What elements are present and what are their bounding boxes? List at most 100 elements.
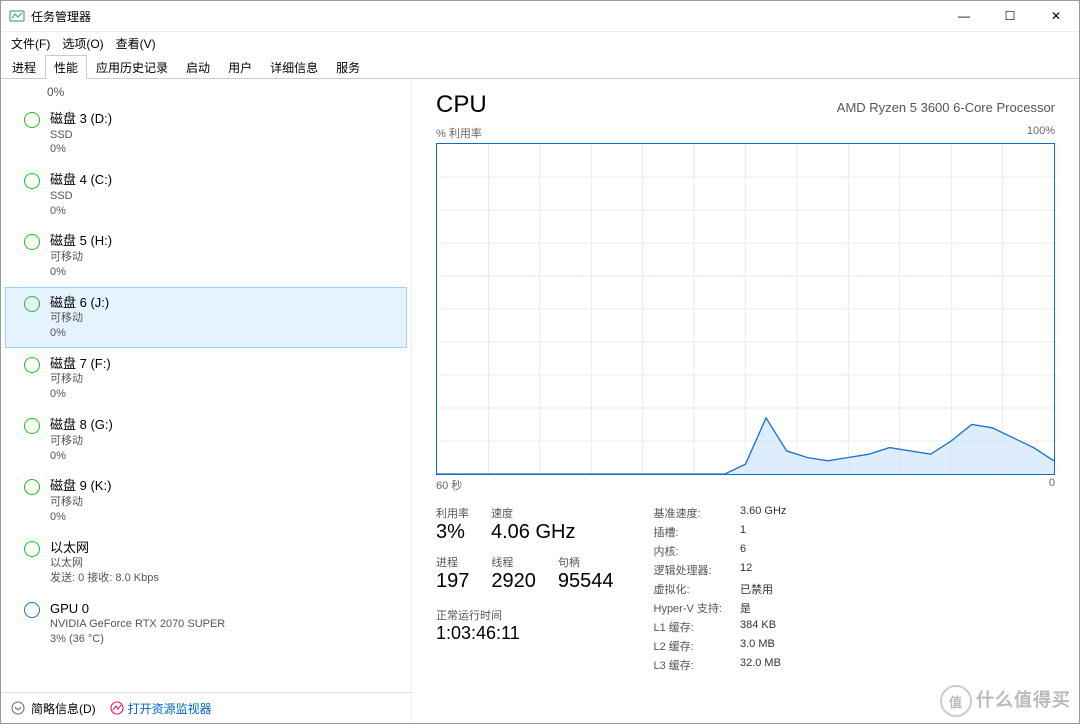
prop-val-8: 32.0 MB [740,657,786,673]
sidebar-item-2[interactable]: 磁盘 5 (H:)可移动0% [5,225,407,286]
stat2-2: 句柄95544 [558,554,614,593]
sidebar-item-name: 磁盘 4 (C:) [50,171,112,189]
stat1-label: 利用率 [436,505,469,521]
sidebar-item-sub1: SSD [50,128,112,143]
chart-ylabel: % 利用率 [436,125,482,141]
sidebar-item-sub1: SSD [50,189,112,204]
tab-3[interactable]: 启动 [177,55,219,79]
tab-0[interactable]: 进程 [3,55,45,79]
tab-6[interactable]: 服务 [327,55,369,79]
uptime-label: 正常运行时间 [436,607,614,623]
stat2-label: 句柄 [558,554,614,570]
app-icon [9,8,25,24]
sidebar-item-sub1: 可移动 [50,495,111,510]
status-icon [24,112,40,128]
sidebar: 0% 磁盘 3 (D:)SSD0%磁盘 4 (C:)SSD0%磁盘 5 (H:)… [1,79,412,723]
sidebar-item-sub2: 0% [50,449,113,464]
main-panel: CPU AMD Ryzen 5 3600 6-Core Processor % … [412,79,1079,723]
window-title: 任务管理器 [31,8,91,25]
tab-4[interactable]: 用户 [219,55,261,79]
status-icon [24,357,40,373]
prop-key-1: 插槽: [654,524,722,540]
menu-item-1[interactable]: 选项(O) [56,33,109,54]
chart-xmax: 60 秒 [436,477,462,493]
menu-item-2[interactable]: 查看(V) [110,33,162,54]
status-icon [24,479,40,495]
sidebar-item-6[interactable]: 磁盘 9 (K:)可移动0% [5,470,407,531]
status-icon [24,234,40,250]
brief-info-toggle[interactable]: 简略信息(D) [11,700,96,717]
prop-key-6: L1 缓存: [654,619,722,635]
minimize-button[interactable]: — [941,1,987,31]
tab-5[interactable]: 详细信息 [261,55,327,79]
sidebar-item-sub2: 发送: 0 接收: 8.0 Kbps [50,571,159,586]
sidebar-item-5[interactable]: 磁盘 8 (G:)可移动0% [5,409,407,470]
sidebar-footer: 简略信息(D) 打开资源监视器 [1,692,411,723]
stat2-label: 线程 [491,554,536,570]
status-icon [24,602,40,618]
sidebar-item-name: 磁盘 9 (K:) [50,477,111,495]
sidebar-item-sub1: 以太网 [50,556,159,571]
sidebar-item-0[interactable]: 磁盘 3 (D:)SSD0% [5,103,407,164]
prop-key-7: L2 缓存: [654,638,722,654]
sidebar-item-sub2: 0% [50,265,112,280]
menu-item-0[interactable]: 文件(F) [5,33,56,54]
titlebar: 任务管理器 — ☐ ✕ [1,1,1079,32]
prop-val-6: 384 KB [740,619,786,635]
sidebar-item-3[interactable]: 磁盘 6 (J:)可移动0% [5,287,407,348]
status-icon [24,541,40,557]
prop-val-1: 1 [740,524,786,540]
prop-key-5: Hyper-V 支持: [654,600,722,616]
sidebar-top-percent: 0% [1,83,411,103]
sidebar-item-name: 磁盘 3 (D:) [50,110,112,128]
tabs: 进程性能应用历史记录启动用户详细信息服务 [1,54,1079,79]
prop-val-5: 是 [740,600,786,616]
prop-val-4: 已禁用 [740,581,786,597]
stat1-value: 3% [436,521,469,544]
status-icon [24,418,40,434]
sidebar-item-sub2: 3% (36 °C) [50,632,225,647]
menubar: 文件(F)选项(O)查看(V) [1,32,1079,54]
chart-xmin: 0 [1049,477,1055,493]
sidebar-item-sub1: 可移动 [50,372,111,387]
sidebar-list[interactable]: 0% 磁盘 3 (D:)SSD0%磁盘 4 (C:)SSD0%磁盘 5 (H:)… [1,79,411,692]
prop-val-2: 6 [740,543,786,559]
tab-2[interactable]: 应用历史记录 [87,55,177,79]
sidebar-item-sub1: 可移动 [50,434,113,449]
chart-ymax: 100% [1027,125,1055,141]
prop-val-3: 12 [740,562,786,578]
sidebar-item-name: 磁盘 8 (G:) [50,416,113,434]
sidebar-item-4[interactable]: 磁盘 7 (F:)可移动0% [5,348,407,409]
stat2-1: 线程2920 [491,554,536,593]
resource-monitor-icon [110,701,124,715]
stat2-label: 进程 [436,554,469,570]
tab-1[interactable]: 性能 [45,55,87,79]
sidebar-item-name: 磁盘 5 (H:) [50,232,112,250]
sidebar-item-name: GPU 0 [50,600,225,618]
close-button[interactable]: ✕ [1033,1,1079,31]
stat2-value: 197 [436,570,469,593]
sidebar-item-sub1: 可移动 [50,250,112,265]
status-icon [24,296,40,312]
sidebar-item-sub1: 可移动 [50,311,109,326]
open-resource-monitor-link[interactable]: 打开资源监视器 [110,700,212,717]
sidebar-item-name: 以太网 [50,539,159,557]
sidebar-item-8[interactable]: GPU 0NVIDIA GeForce RTX 2070 SUPER3% (36… [5,593,407,654]
prop-val-0: 3.60 GHz [740,505,786,521]
sidebar-item-7[interactable]: 以太网以太网发送: 0 接收: 8.0 Kbps [5,532,407,593]
sidebar-item-1[interactable]: 磁盘 4 (C:)SSD0% [5,164,407,225]
stat2-value: 2920 [491,570,536,593]
prop-key-0: 基准速度: [654,505,722,521]
prop-key-3: 逻辑处理器: [654,562,722,578]
stat1-label: 速度 [491,505,575,521]
stat1-0: 利用率3% [436,505,469,544]
maximize-button[interactable]: ☐ [987,1,1033,31]
stat1-1: 速度4.06 GHz [491,505,575,544]
prop-key-8: L3 缓存: [654,657,722,673]
cpu-utilization-chart [436,143,1055,475]
processor-name: AMD Ryzen 5 3600 6-Core Processor [837,100,1055,115]
stat1-value: 4.06 GHz [491,521,575,544]
sidebar-item-sub2: 0% [50,510,111,525]
prop-val-7: 3.0 MB [740,638,786,654]
sidebar-item-name: 磁盘 6 (J:) [50,294,109,312]
